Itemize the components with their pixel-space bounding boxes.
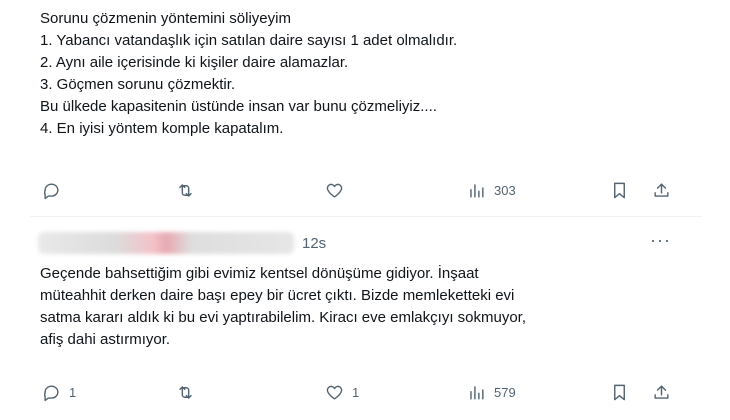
share-upload-icon: [654, 182, 669, 197]
post2-reply-count: 1: [69, 384, 77, 400]
post1-views-button[interactable]: 303: [467, 181, 516, 200]
post2-like-button[interactable]: 1: [325, 383, 359, 402]
post2-line: müteahhit derken daire başı epey bir ücr…: [40, 287, 515, 304]
post2-bookmark-button[interactable]: [610, 383, 629, 402]
post2-text: Geçende bahsettiğim gibi evimiz kentsel …: [40, 263, 526, 351]
post1-actions: 303: [40, 178, 680, 202]
repost-arrows-icon: [179, 183, 192, 197]
post1-line: Bu ülkede kapasitenin üstünde insan var …: [40, 98, 437, 115]
reply-bubble-icon: [43, 182, 59, 199]
post2-actions: 1 1 579: [40, 380, 680, 404]
post2-repost-button[interactable]: [176, 383, 203, 402]
post1-repost-button[interactable]: [176, 181, 203, 200]
post2-views-count: 579: [494, 384, 516, 400]
bookmark-icon: [614, 384, 625, 400]
post2-like-count: 1: [352, 384, 360, 400]
heart-icon: [326, 183, 343, 198]
post2-views-button[interactable]: 579: [467, 383, 516, 402]
post1-text: Sorunu çözmenin yöntemini söliyeyim 1. Y…: [40, 8, 457, 140]
post2-reply-button[interactable]: 1: [42, 383, 76, 402]
heart-icon: [326, 385, 343, 400]
post-divider: [30, 216, 702, 217]
post1-line: 1. Yabancı vatandaşlık için satılan dair…: [40, 32, 458, 49]
post2-line: afiş dahi astırmıyor.: [40, 331, 171, 348]
share-upload-icon: [654, 384, 669, 399]
blurred-author-name: [38, 232, 294, 254]
post1-reply-button[interactable]: [42, 181, 69, 200]
post2-timestamp[interactable]: 12s: [302, 235, 326, 252]
post1-like-button[interactable]: [325, 181, 352, 200]
post1-line: Sorunu çözmenin yöntemini söliyeyim: [40, 10, 291, 27]
reply-bubble-icon: [43, 384, 59, 401]
repost-arrows-icon: [179, 385, 192, 399]
bar-chart-icon: [470, 385, 484, 400]
more-options-button[interactable]: ···: [650, 231, 671, 249]
post2-line: Geçende bahsettiğim gibi evimiz kentsel …: [40, 265, 479, 282]
post1-share-button[interactable]: [652, 181, 671, 200]
post1-line: 2. Aynı aile içerisinde ki kişiler daire…: [40, 54, 349, 71]
post1-bookmark-button[interactable]: [610, 181, 629, 200]
bookmark-icon: [614, 182, 625, 198]
post1-views-count: 303: [494, 182, 516, 198]
post2-line: satma kararı aldık ki bu evi yaptırabile…: [40, 309, 527, 326]
post2-share-button[interactable]: [652, 383, 671, 402]
bar-chart-icon: [470, 183, 484, 198]
post1-line: 3. Göçmen sorunu çözmektir.: [40, 76, 236, 93]
post1-line: 4. En iyisi yöntem komple kapatalım.: [40, 120, 284, 137]
